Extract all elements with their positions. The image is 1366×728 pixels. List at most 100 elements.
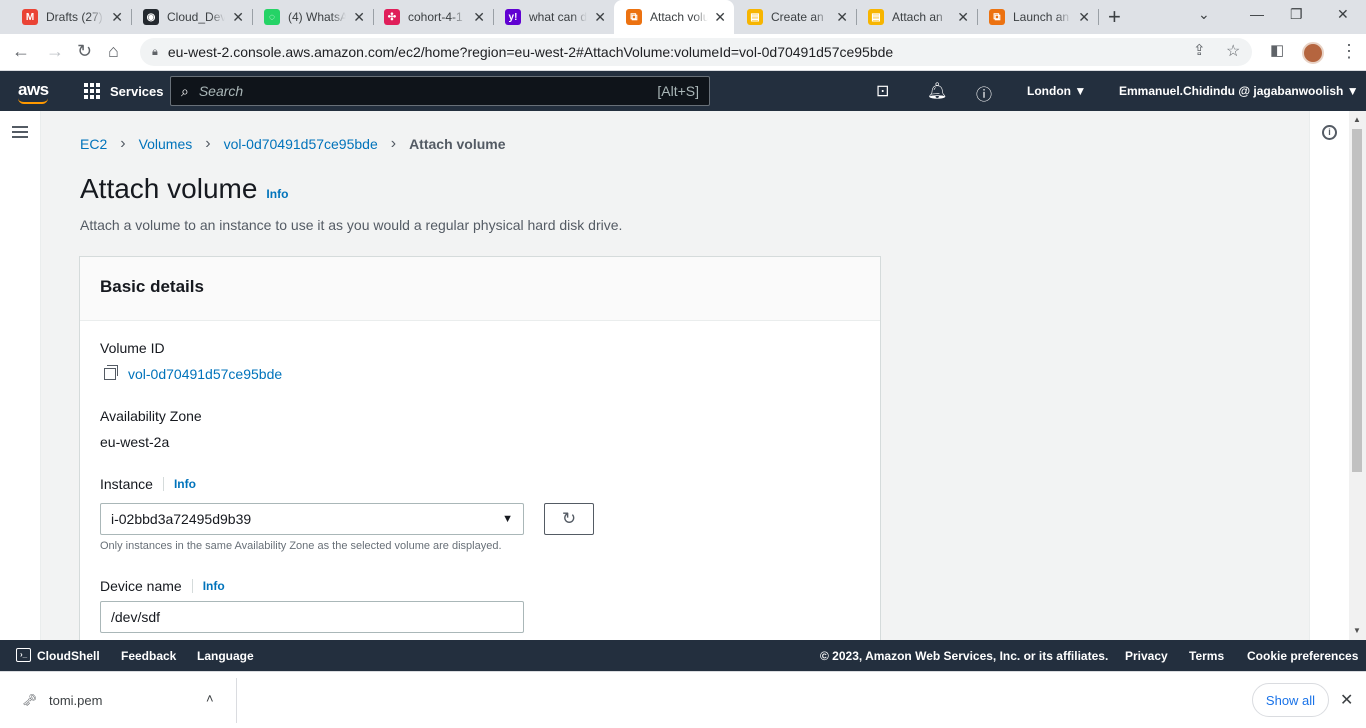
scroll-up-icon[interactable]: ▲ [1353, 115, 1361, 124]
scroll-down-icon[interactable]: ▼ [1353, 626, 1361, 635]
tab-title: cohort-4-1 [408, 10, 463, 24]
tab-close-icon[interactable]: ✕ [1078, 9, 1090, 26]
browser-tab[interactable]: ◉ Cloud_Dev ✕ [131, 0, 253, 34]
tab-close-icon[interactable]: ✕ [353, 9, 365, 26]
cloudshell-icon[interactable]: ›_ [16, 648, 31, 662]
region-selector[interactable]: London ▼ [1027, 84, 1086, 98]
breadcrumb-volumes[interactable]: Volumes [139, 136, 193, 152]
aws-logo-smile [18, 98, 48, 104]
footer-cookie-preferences[interactable]: Cookie preferences [1247, 649, 1358, 663]
refresh-instances-button[interactable]: ↻ [544, 503, 594, 535]
url-field[interactable]: 🔒︎ eu-west-2.console.aws.amazon.com/ec2/… [140, 38, 1252, 66]
browser-tab[interactable]: ▤ Create an ✕ [735, 0, 857, 34]
browser-tab-strip: M Drafts (27) ✕ ◉ Cloud_Dev ✕ ◌ (4) WhatsA ✕ ✣ coh… [0, 0, 1366, 34]
main-content: EC2 › Volumes › vol-0d70491d57ce95bde › … [41, 111, 1309, 640]
browser-tab[interactable]: ✣ cohort-4-1 ✕ [372, 0, 494, 34]
services-menu-button[interactable]: Services [84, 83, 164, 99]
footer-language[interactable]: Language [197, 649, 254, 663]
breadcrumb-ec2[interactable]: EC2 [80, 136, 107, 152]
tab-title: what can d [529, 10, 587, 24]
caret-down-icon: ▼ [502, 513, 513, 525]
tab-close-icon[interactable]: ✕ [232, 9, 244, 26]
aws-logo[interactable]: aws [18, 80, 49, 100]
notifications-bell-icon[interactable]: 🔔︎ [927, 81, 947, 101]
browser-tab[interactable]: y! what can d ✕ [493, 0, 614, 34]
instance-hint: Only instances in the same Availability … [100, 540, 502, 552]
device-info-link[interactable]: Info [191, 579, 225, 593]
close-window-icon[interactable]: ✕ [1337, 6, 1349, 23]
tab-title: Attach an [892, 10, 943, 24]
browser-tab[interactable]: ◌ (4) WhatsA ✕ [252, 0, 374, 34]
browser-tab[interactable]: ⧉ Attach volu ✕ [614, 0, 734, 34]
show-all-button[interactable]: Show all [1252, 683, 1329, 717]
new-tab-button[interactable]: + [1108, 4, 1121, 30]
aws-footer: ›_ CloudShell Feedback Language © 2023, … [0, 640, 1366, 671]
aws-docs-icon: ▤ [868, 9, 884, 25]
home-icon[interactable]: ⌂ [108, 41, 119, 62]
footer-terms[interactable]: Terms [1189, 649, 1224, 663]
info-panel-icon[interactable]: i [1322, 125, 1337, 140]
tab-title: (4) WhatsA [288, 10, 346, 24]
scroll-thumb[interactable] [1352, 129, 1362, 472]
volume-id-label: Volume ID [100, 340, 165, 356]
page-scrollbar[interactable]: ▲ ▼ [1349, 111, 1366, 640]
tab-close-icon[interactable]: ✕ [594, 9, 606, 26]
tab-search-icon[interactable]: ⌄ [1198, 6, 1210, 23]
tab-close-icon[interactable]: ✕ [836, 9, 848, 26]
close-shelf-icon[interactable]: ✕ [1340, 690, 1353, 710]
volume-id-link[interactable]: vol-0d70491d57ce95bde [104, 365, 282, 382]
volume-id-value[interactable]: vol-0d70491d57ce95bde [128, 366, 282, 382]
basic-details-panel: Basic details Volume ID vol-0d70491d57ce… [79, 256, 881, 640]
tab-title: Cloud_Dev [167, 10, 225, 24]
right-rail: i [1309, 111, 1349, 640]
page-info-link[interactable]: Info [266, 187, 288, 201]
forward-icon[interactable]: → [46, 41, 64, 62]
footer-feedback[interactable]: Feedback [121, 649, 176, 663]
page-title-row: Attach volume Info [80, 173, 288, 205]
account-menu[interactable]: Emmanuel.Chidindu @ jagabanwoolish ▼ [1119, 84, 1359, 98]
panel-header: Basic details [80, 257, 880, 321]
left-rail [0, 111, 41, 640]
chevron-right-icon: › [390, 135, 397, 152]
share-icon[interactable]: ⇪ [1193, 41, 1206, 59]
tab-separator [1098, 9, 1099, 25]
tab-title: Create an [771, 10, 824, 24]
bookmark-star-icon[interactable]: ☆ [1226, 41, 1240, 61]
slack-icon: ✣ [384, 9, 400, 25]
browser-tab[interactable]: ▤ Attach an ✕ [856, 0, 978, 34]
side-panel-icon[interactable]: ◧ [1270, 41, 1284, 59]
breadcrumb: EC2 › Volumes › vol-0d70491d57ce95bde › … [80, 135, 506, 153]
browser-tab[interactable]: M Drafts (27) ✕ [10, 0, 132, 34]
page-title: Attach volume [80, 173, 258, 204]
tab-close-icon[interactable]: ✕ [714, 9, 726, 26]
footer-privacy[interactable]: Privacy [1125, 649, 1168, 663]
instance-select[interactable]: i-02bbd3a72495d9b39 ▼ [100, 503, 524, 535]
instance-info-link[interactable]: Info [162, 477, 196, 491]
github-icon: ◉ [143, 9, 159, 25]
chevron-up-icon[interactable]: ˄ [206, 691, 214, 706]
profile-avatar[interactable] [1302, 42, 1324, 64]
download-item[interactable]: tomi.pem [49, 693, 102, 708]
breadcrumb-volume-id[interactable]: vol-0d70491d57ce95bde [224, 136, 378, 152]
browser-tab[interactable]: ⧉ Launch an ✕ [977, 0, 1099, 34]
tab-close-icon[interactable]: ✕ [111, 9, 123, 26]
cloudshell-icon[interactable]: ⊡ [876, 81, 889, 101]
search-icon: ⌕ [181, 82, 189, 99]
hamburger-menu-icon[interactable] [12, 126, 28, 138]
minimize-icon[interactable]: — [1250, 6, 1264, 22]
help-icon[interactable]: ⓘ [976, 81, 992, 105]
copy-icon[interactable] [104, 365, 118, 380]
tab-close-icon[interactable]: ✕ [473, 9, 485, 26]
search-placeholder: Search [198, 83, 244, 99]
footer-cloudshell[interactable]: CloudShell [37, 649, 100, 663]
back-icon[interactable]: ← [12, 41, 30, 62]
reload-icon[interactable]: ↻ [77, 41, 92, 62]
browser-menu-icon[interactable]: ⋮ [1340, 41, 1358, 62]
instance-label: Instance Info [100, 476, 196, 492]
lock-icon: 🔒︎ [152, 45, 158, 58]
tab-close-icon[interactable]: ✕ [957, 9, 969, 26]
grid-icon [84, 83, 100, 99]
restore-icon[interactable]: ❐ [1290, 6, 1303, 23]
device-name-input[interactable]: /dev/sdf [100, 601, 524, 633]
aws-search-input[interactable]: ⌕ Search [Alt+S] [170, 76, 710, 106]
